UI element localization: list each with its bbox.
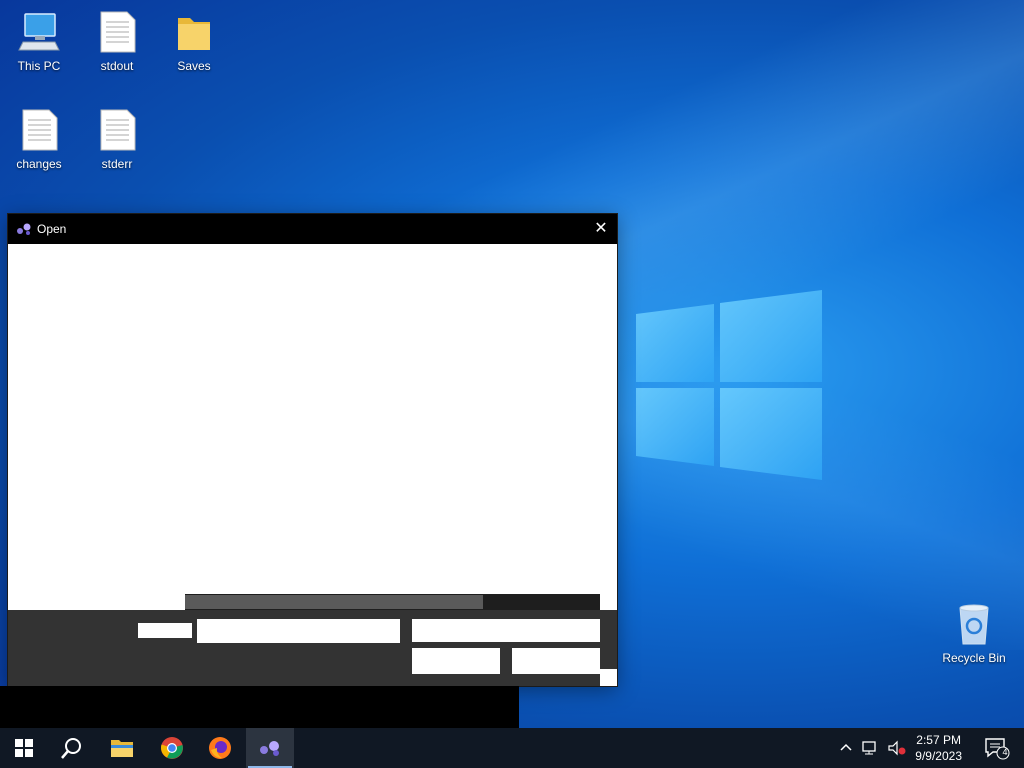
taskbar-firefox[interactable] (196, 728, 244, 768)
desktop-icon-this-pc[interactable]: This PC (3, 10, 75, 73)
action-center-button[interactable]: 4 (984, 736, 1010, 760)
app-icon (260, 741, 279, 756)
file-name-input[interactable] (197, 619, 400, 643)
dialog-footer (8, 610, 617, 686)
chrome-icon (161, 737, 183, 759)
taskbar: 2:57 PM 9/9/2023 4 (0, 728, 1024, 768)
desktop-icon-changes[interactable]: changes (3, 108, 75, 171)
horizontal-scrollbar[interactable] (185, 594, 600, 610)
search-button[interactable] (48, 728, 96, 768)
network-icon[interactable] (862, 740, 880, 756)
firefox-icon (209, 737, 231, 759)
clock[interactable]: 2:57 PM 9/9/2023 (915, 732, 962, 764)
chevron-up-icon[interactable] (838, 740, 854, 756)
system-tray (838, 728, 908, 768)
recycle-bin-icon (959, 604, 989, 645)
search-icon (61, 738, 81, 759)
dialog-title: Open (37, 222, 67, 236)
clock-date: 9/9/2023 (915, 749, 962, 763)
app-icon (17, 223, 31, 235)
desktop-icon-recycle-bin[interactable]: Recycle Bin (938, 602, 1010, 665)
open-button[interactable] (412, 648, 500, 674)
close-button[interactable]: ✕ (585, 214, 617, 244)
volume-muted-icon[interactable] (888, 740, 906, 756)
file-type-select[interactable] (412, 619, 600, 642)
taskbar-chrome[interactable] (148, 728, 196, 768)
folder-icon (178, 18, 210, 50)
resize-grip[interactable] (600, 669, 617, 686)
dialog-titlebar[interactable]: Open ✕ (8, 214, 617, 244)
folder-icon (111, 740, 133, 757)
clock-time: 2:57 PM (916, 733, 961, 747)
text-file-icon (100, 109, 136, 151)
desktop-icon-stderr[interactable]: stderr (81, 108, 153, 171)
cancel-button[interactable] (512, 648, 600, 674)
close-icon: ✕ (594, 220, 608, 237)
notification-count: 4 (1002, 747, 1008, 757)
windows-logo-wallpaper (636, 290, 822, 480)
text-file-icon (22, 109, 58, 151)
taskbar-app[interactable] (246, 728, 294, 768)
text-file-icon (100, 11, 136, 53)
windows-start-icon (15, 739, 33, 757)
start-button[interactable] (0, 728, 48, 768)
desktop-icon-stdout[interactable]: stdout (81, 10, 153, 73)
file-list-area[interactable] (8, 244, 617, 610)
computer-icon (18, 13, 60, 51)
open-dialog: Open ✕ (8, 214, 617, 686)
file-name-label (138, 623, 192, 638)
desktop-icon-saves[interactable]: Saves (158, 10, 230, 73)
taskbar-file-explorer[interactable] (98, 728, 146, 768)
scrollbar-thumb[interactable] (185, 595, 483, 609)
